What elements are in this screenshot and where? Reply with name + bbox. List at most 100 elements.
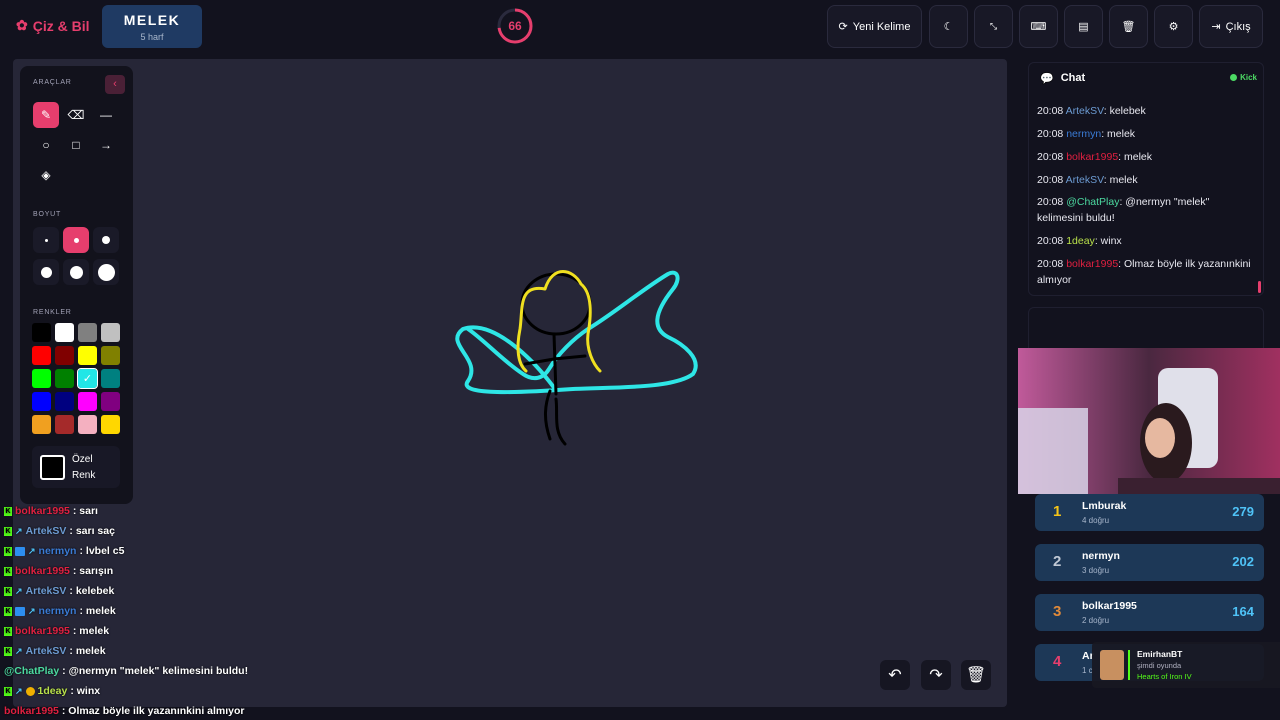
- palette-icon: ✿: [16, 17, 28, 33]
- color-swatch[interactable]: [55, 415, 74, 434]
- overlay-chat-user[interactable]: ArtekSV: [26, 585, 67, 597]
- color-swatch[interactable]: [32, 392, 51, 411]
- rectangle-tool[interactable]: □: [63, 132, 89, 158]
- overlay-chat-user[interactable]: bolkar1995: [15, 625, 70, 637]
- overlay-chat-user[interactable]: bolkar1995: [15, 565, 70, 577]
- overlay-chat-user[interactable]: ArtekSV: [26, 525, 67, 537]
- color-swatch[interactable]: [101, 392, 120, 411]
- status-dot: [1230, 74, 1238, 81]
- size-dot: [44, 238, 48, 242]
- kick-badge-icon: K: [4, 526, 12, 536]
- color-swatch[interactable]: [78, 346, 97, 365]
- exit-icon: ⇥: [1211, 21, 1221, 33]
- kick-status-label: Kick: [1240, 73, 1257, 82]
- size-2[interactable]: [63, 227, 89, 253]
- chat-message: 20:08 nermyn: melek: [1037, 126, 1257, 142]
- keyboard-button[interactable]: ⌨: [1019, 5, 1058, 48]
- chat-message: 20:08 1deay: winx: [1037, 233, 1257, 249]
- kick-badge-icon: K: [4, 546, 12, 556]
- leaderboard-rank: 1: [1053, 503, 1062, 520]
- exit-label: Çıkış: [1225, 20, 1251, 33]
- color-swatch[interactable]: [32, 323, 51, 342]
- settings-button[interactable]: ⚙: [1154, 5, 1193, 48]
- leaderboard-rank: 4: [1053, 653, 1062, 670]
- eraser-tool[interactable]: ⌫: [63, 102, 89, 128]
- color-swatch[interactable]: [32, 369, 51, 388]
- overlay-chat-user[interactable]: nermyn: [39, 605, 77, 617]
- size-4[interactable]: [33, 259, 59, 285]
- arrow-tool[interactable]: →: [93, 132, 119, 158]
- color-swatch[interactable]: [101, 346, 120, 365]
- exit-button[interactable]: ⇥ Çıkış: [1199, 5, 1263, 48]
- brush-tool[interactable]: ✎: [33, 102, 59, 128]
- color-swatch[interactable]: [101, 415, 120, 434]
- color-swatch[interactable]: [101, 323, 120, 342]
- tools-section-label: ARAÇLAR: [33, 79, 72, 86]
- chat-time: 20:08: [1037, 128, 1064, 140]
- color-swatch[interactable]: [78, 415, 97, 434]
- overlay-chat-user[interactable]: nermyn: [39, 545, 77, 557]
- size-5[interactable]: [63, 259, 89, 285]
- new-word-button[interactable]: ⟳ Yeni Kelime: [827, 5, 922, 48]
- chat-user[interactable]: nermyn: [1066, 128, 1101, 140]
- chat-text: : melek: [1103, 174, 1138, 186]
- color-swatch[interactable]: [101, 369, 120, 388]
- theme-toggle-button[interactable]: ☾: [929, 5, 968, 48]
- color-swatch[interactable]: [55, 346, 74, 365]
- overlay-chat-row: K ↗ ArtekSV: kelebek: [4, 581, 324, 601]
- line-tool[interactable]: —: [93, 102, 119, 128]
- chat-user[interactable]: bolkar1995: [1066, 151, 1118, 163]
- timer-value: 66: [508, 19, 522, 33]
- sub-badge-icon: ↗: [28, 605, 36, 616]
- size-dot: [69, 265, 83, 279]
- archive-button[interactable]: ▤: [1064, 5, 1103, 48]
- redo-button[interactable]: ↷: [921, 660, 951, 690]
- overlay-chat-user[interactable]: 1deay: [38, 685, 68, 697]
- undo-button[interactable]: ↶: [880, 660, 910, 690]
- chat-user[interactable]: bolkar1995: [1066, 258, 1118, 270]
- color-swatch[interactable]: [32, 346, 51, 365]
- color-swatch[interactable]: [78, 392, 97, 411]
- size-3[interactable]: [93, 227, 119, 253]
- player-score: 164: [1232, 604, 1254, 619]
- keyboard-icon: ⌨: [1030, 21, 1047, 33]
- fullscreen-button[interactable]: ⤡: [974, 5, 1013, 48]
- overlay-chat-user[interactable]: bolkar1995: [15, 505, 70, 517]
- chat-text: : winx: [1094, 235, 1122, 247]
- overlay-chat-user[interactable]: @ChatPlay: [4, 665, 59, 677]
- wing-stroke: [455, 270, 698, 395]
- color-swatch[interactable]: [78, 323, 97, 342]
- new-word-label: Yeni Kelime: [852, 20, 911, 33]
- webcam-image: [1018, 348, 1280, 494]
- custom-color-button[interactable]: Özel Renk: [32, 446, 120, 488]
- circle-tool[interactable]: ○: [33, 132, 59, 158]
- color-swatch[interactable]: [55, 323, 74, 342]
- app-logo[interactable]: ✿ Çiz & Bil: [16, 17, 90, 34]
- overlay-chat-user[interactable]: ArtekSV: [26, 645, 67, 657]
- chat-user[interactable]: ArtekSV: [1066, 105, 1104, 117]
- gear-icon: ⚙: [1168, 21, 1179, 33]
- size-6[interactable]: [93, 259, 119, 285]
- overlay-chat-user[interactable]: bolkar1995: [4, 705, 59, 717]
- chat-user[interactable]: @ChatPlay: [1066, 196, 1119, 208]
- chat-scrollbar[interactable]: [1258, 281, 1261, 293]
- chat-user[interactable]: ArtekSV: [1066, 174, 1104, 186]
- chat-message: 20:08 bolkar1995: Olmaz böyle ilk yazanı…: [1037, 256, 1257, 288]
- webcam-overlay: [1018, 348, 1280, 494]
- color-swatch[interactable]: ✓: [77, 368, 98, 389]
- fill-tool[interactable]: ◈: [33, 162, 59, 188]
- color-swatch[interactable]: [55, 369, 74, 388]
- chat-header: 💬 Chat Kick: [1029, 63, 1263, 93]
- clear-button[interactable]: 🗑: [1109, 5, 1148, 48]
- chat-user[interactable]: 1deay: [1066, 235, 1095, 247]
- clear-canvas-button[interactable]: 🗑: [961, 660, 991, 690]
- color-swatch[interactable]: [32, 415, 51, 434]
- overlay-chat-row: Kbolkar1995: sarı: [4, 501, 324, 521]
- notification-game: Hearts of Iron IV: [1137, 672, 1192, 681]
- notification-user: EmirhanBT: [1137, 649, 1183, 659]
- leaderboard-row: 3 bolkar1995 2 doğru 164: [1035, 594, 1264, 631]
- colors-section-label: RENKLER: [33, 309, 72, 316]
- color-swatch[interactable]: [55, 392, 74, 411]
- size-1[interactable]: [33, 227, 59, 253]
- collapse-panel-button[interactable]: ‹: [105, 75, 125, 94]
